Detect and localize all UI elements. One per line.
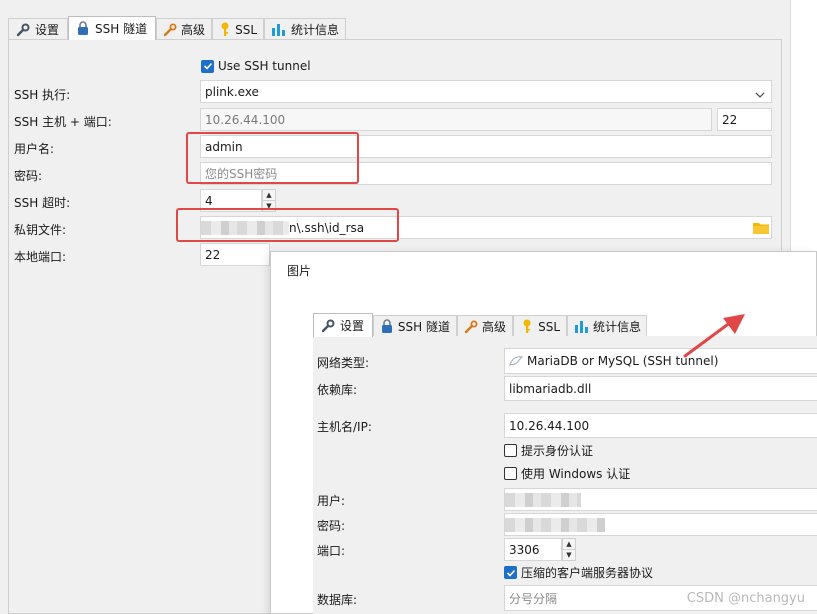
library-select[interactable]: libmariadb.dll [504, 376, 817, 401]
network-type-select[interactable]: MariaDB or MySQL (SSH tunnel) [504, 348, 817, 374]
user-label: 用户: [317, 494, 346, 508]
library-label: 依赖库: [317, 383, 358, 397]
checkbox-label: 压缩的客户端服务器协议 [521, 566, 654, 580]
tab-settings[interactable]: 设置 [313, 313, 373, 337]
main-tabbar: 设置 SSH 隧道 高级 SSL 统计信息 [8, 16, 790, 40]
port-spinner[interactable]: ▲ ▼ [562, 538, 576, 561]
tab-statistics[interactable]: 统计信息 [567, 315, 647, 337]
keyfile-label: 私钥文件: [14, 223, 67, 237]
hostname-label: 主机名/IP: [317, 420, 372, 434]
user-input[interactable] [504, 488, 817, 511]
checkbox-label: Use SSH tunnel [218, 59, 311, 73]
tools-icon [464, 319, 478, 335]
chevron-down-icon [755, 88, 765, 102]
network-type-label: 网络类型: [317, 356, 370, 370]
port-input[interactable]: 3306 [504, 538, 562, 561]
tab-ssl[interactable]: SSL [212, 18, 264, 40]
password-input[interactable] [504, 513, 817, 536]
redacted-user [505, 493, 581, 507]
tab-label: 设置 [35, 23, 60, 37]
watermark: CSDN @nchangyu [686, 591, 805, 606]
checkbox-checked [201, 59, 214, 73]
bar-chart-icon [271, 22, 287, 38]
lock-icon [75, 21, 91, 37]
database-placeholder: 分号分隔 [509, 591, 558, 606]
image-dialog: 图片 设置 SSH 隧道 高级 SSL 统计信息 网络类型: MariaDB o… [270, 251, 817, 614]
prompt-auth-checkbox[interactable]: 提示身份认证 [504, 442, 593, 459]
hostname-input[interactable]: 10.26.44.100 [504, 413, 817, 438]
checkbox-label: 提示身份认证 [521, 444, 594, 458]
spin-down-icon[interactable]: ▼ [563, 549, 575, 560]
highlight-keyfile [176, 208, 399, 242]
local-port-input[interactable]: 22 [200, 243, 270, 266]
database-label: 数据库: [317, 593, 358, 607]
key-icon [520, 319, 534, 335]
redacted-password [505, 518, 605, 532]
arrow-annotation-icon [683, 314, 745, 358]
spin-up-icon[interactable]: ▲ [563, 539, 575, 549]
tab-advanced[interactable]: 高级 [457, 315, 513, 337]
ssh-exec-select[interactable]: plink.exe [200, 80, 772, 103]
password-label: 密码: [14, 169, 43, 183]
tab-statistics[interactable]: 统计信息 [264, 18, 346, 40]
use-ssh-tunnel-checkbox[interactable]: Use SSH tunnel [201, 59, 311, 73]
tab-advanced[interactable]: 高级 [156, 18, 212, 40]
ssh-host-input[interactable]: 10.26.44.100 [200, 108, 712, 131]
port-label: 端口: [317, 544, 346, 558]
tab-label: SSH 隧道 [95, 22, 148, 36]
ssh-host-label: SSH 主机 + 端口: [14, 115, 112, 129]
tab-settings[interactable]: 设置 [8, 18, 68, 40]
folder-icon[interactable] [753, 221, 769, 237]
tab-label: 统计信息 [290, 23, 339, 37]
bar-chart-icon [574, 319, 589, 335]
mariadb-icon [509, 355, 527, 367]
tools-icon [163, 22, 177, 38]
password-label: 密码: [317, 519, 346, 533]
username-label: 用户名: [14, 142, 55, 156]
checkbox-unchecked [504, 467, 517, 480]
tab-ssl[interactable]: SSL [513, 315, 567, 337]
tab-label: SSL [538, 319, 560, 334]
spin-up-icon[interactable]: ▲ [263, 190, 275, 200]
tab-label: SSH 隧道 [397, 320, 450, 334]
checkbox-unchecked [504, 444, 517, 457]
tab-label: 设置 [340, 319, 365, 333]
tab-label: 统计信息 [593, 320, 642, 334]
wrench-icon [320, 318, 336, 334]
ssh-port-input[interactable]: 22 [717, 108, 772, 131]
lock-icon [380, 319, 394, 335]
timeout-label: SSH 超时: [14, 196, 71, 210]
ssh-exec-label: SSH 执行: [14, 88, 71, 102]
tab-label: 高级 [181, 23, 206, 37]
tab-ssh-tunnel[interactable]: SSH 隧道 [68, 16, 156, 40]
dialog-title: 图片 [287, 264, 312, 278]
local-port-label: 本地端口: [14, 250, 67, 264]
tab-ssh-tunnel[interactable]: SSH 隧道 [373, 315, 457, 337]
select-value: plink.exe [205, 84, 259, 99]
checkbox-checked [504, 566, 517, 579]
checkbox-label: 使用 Windows 认证 [521, 467, 631, 481]
highlight-credentials [186, 132, 359, 184]
compress-checkbox[interactable]: 压缩的客户端服务器协议 [504, 564, 653, 581]
tab-label: SSL [235, 22, 257, 37]
wrench-icon [15, 22, 31, 38]
tab-label: 高级 [482, 320, 507, 334]
key-icon [219, 22, 231, 38]
windows-auth-checkbox[interactable]: 使用 Windows 认证 [504, 465, 630, 482]
